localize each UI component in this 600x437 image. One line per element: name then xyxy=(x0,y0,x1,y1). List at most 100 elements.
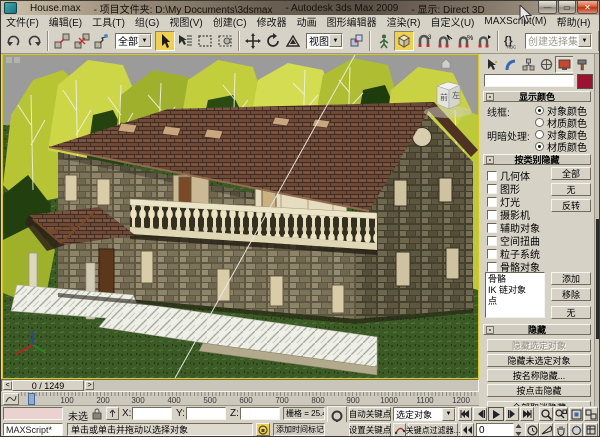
menu-help[interactable]: 帮助(H) xyxy=(552,14,596,29)
menu-maxscript[interactable]: MAXScript(M) xyxy=(479,16,551,27)
radio[interactable] xyxy=(535,118,544,127)
rollout-collapse-icon[interactable]: - xyxy=(486,93,494,101)
rollout-hide[interactable]: - 隐藏 xyxy=(483,324,591,335)
zoom-extents-button[interactable] xyxy=(569,407,583,421)
selection-filter-dropdown[interactable]: 全部 ▼ xyxy=(115,32,152,49)
key-filters-button[interactable]: 关键点过滤器... xyxy=(406,423,460,436)
set-key-button[interactable]: 设置关键点 xyxy=(349,423,391,436)
list-remove-button[interactable]: 移除 xyxy=(551,288,591,301)
menu-customize[interactable]: 自定义(U) xyxy=(425,14,479,29)
time-configuration-button[interactable] xyxy=(525,423,539,436)
mini-curve-editor-button[interactable] xyxy=(3,393,19,405)
spinner-snap-button[interactable] xyxy=(474,30,494,51)
time-slider-handle[interactable]: 0 / 1249 xyxy=(12,380,84,391)
menu-create[interactable]: 创建(C) xyxy=(208,14,252,29)
category-none-button[interactable]: 无 xyxy=(551,183,591,196)
menu-views[interactable]: 视图(V) xyxy=(164,14,207,29)
tab-create[interactable] xyxy=(483,56,502,73)
play-button[interactable] xyxy=(488,407,504,421)
rollout-collapse-icon[interactable]: - xyxy=(486,156,494,164)
menu-tools[interactable]: 工具(T) xyxy=(87,14,130,29)
absolute-mode-toggle[interactable] xyxy=(106,407,119,420)
frame-spinner[interactable] xyxy=(514,423,523,436)
checkbox[interactable] xyxy=(487,235,497,246)
viewport-perspective[interactable]: 前 左 xyxy=(2,54,479,379)
hide-unselected-button[interactable]: 隐藏未选定对象 xyxy=(487,354,591,367)
rectangular-selection-region-button[interactable] xyxy=(195,30,215,51)
select-and-scale-button[interactable] xyxy=(283,30,303,51)
redo-button[interactable] xyxy=(24,30,44,51)
use-pivot-center-button[interactable] xyxy=(346,30,366,51)
select-by-name-button[interactable] xyxy=(175,30,195,51)
named-selection-sets-dropdown[interactable]: 创建选择集 ▼ xyxy=(525,32,592,49)
rollout-collapse-icon[interactable]: - xyxy=(486,326,494,334)
menu-graph-editors[interactable]: 图形编辑器 xyxy=(322,14,382,29)
x-coordinate-field[interactable] xyxy=(132,407,172,420)
object-color-swatch[interactable] xyxy=(577,74,593,89)
radio-selected[interactable] xyxy=(535,142,544,151)
rollout-display-color[interactable]: - 显示颜色 xyxy=(483,91,591,102)
zoom-button[interactable] xyxy=(539,407,553,421)
angle-snap-button[interactable] xyxy=(434,30,454,51)
maximize-button[interactable]: ▭ xyxy=(558,1,576,14)
list-item-point[interactable]: 点 xyxy=(488,296,542,307)
list-item-ik-chain[interactable]: IK 链对象 xyxy=(488,285,542,296)
percent-snap-button[interactable]: % xyxy=(454,30,474,51)
go-to-start-button[interactable] xyxy=(458,407,472,421)
arc-rotate-button[interactable] xyxy=(569,423,583,436)
z-coordinate-field[interactable] xyxy=(240,407,280,420)
track-bar[interactable]: 0 100 200 300 400 500 600 700 800 900 10… xyxy=(1,392,479,406)
category-all-button[interactable]: 全部 xyxy=(551,167,591,180)
object-name-field[interactable] xyxy=(484,74,574,87)
rollout-hide-by-category[interactable]: - 按类别隐藏 xyxy=(483,154,591,165)
checkbox[interactable] xyxy=(487,183,497,194)
list-item-bones[interactable]: 骨骼 xyxy=(488,274,542,285)
tab-utilities[interactable] xyxy=(573,56,592,73)
undo-button[interactable] xyxy=(4,30,24,51)
reference-coordinate-dropdown[interactable]: 视图 ▼ xyxy=(306,32,343,49)
panel-scrollbar-thumb[interactable] xyxy=(596,219,599,339)
time-slider-next-button[interactable]: > xyxy=(85,381,94,390)
checkbox[interactable] xyxy=(487,209,497,220)
title-bar[interactable]: House.max - 项目文件夹: D:\My Documents\3dsma… xyxy=(1,1,599,16)
checkbox[interactable] xyxy=(487,170,497,181)
snaps-toggle-button[interactable] xyxy=(394,30,414,51)
tab-hierarchy[interactable] xyxy=(519,56,538,73)
pan-button[interactable] xyxy=(554,423,568,436)
next-frame-button[interactable] xyxy=(505,407,519,421)
macro-recorder-box[interactable] xyxy=(3,407,63,420)
menu-group[interactable]: 组(G) xyxy=(130,14,164,29)
close-button[interactable]: ✕ xyxy=(577,1,598,14)
time-slider-prev-button[interactable]: < xyxy=(3,381,12,390)
radio[interactable] xyxy=(535,130,544,139)
current-frame-marker[interactable] xyxy=(28,393,35,405)
menu-animation[interactable]: 动画 xyxy=(292,14,322,29)
previous-frame-button[interactable] xyxy=(473,407,487,421)
select-object-button[interactable] xyxy=(155,30,175,51)
checkbox[interactable] xyxy=(487,261,497,272)
tab-display[interactable] xyxy=(555,56,574,73)
tab-modify[interactable] xyxy=(501,56,520,73)
minimize-button[interactable]: — xyxy=(538,1,557,14)
menu-tentacles[interactable]: Tentacles xyxy=(596,16,600,27)
checkbox[interactable] xyxy=(487,248,497,259)
unlink-selection-button[interactable] xyxy=(72,30,92,51)
y-coordinate-field[interactable] xyxy=(186,407,226,420)
new-key-default-in-out-tangents-button[interactable] xyxy=(393,423,406,436)
menu-edit[interactable]: 编辑(E) xyxy=(44,14,87,29)
go-to-end-button[interactable] xyxy=(520,407,534,421)
list-none-button[interactable]: 无 xyxy=(551,306,591,319)
zoom-extents-all-button[interactable] xyxy=(584,407,598,421)
track-bar-ruler[interactable]: 0 100 200 300 400 500 600 700 800 900 10… xyxy=(21,392,478,406)
select-and-rotate-button[interactable] xyxy=(263,30,283,51)
panel-scrollbar[interactable] xyxy=(594,54,599,406)
select-and-move-button[interactable] xyxy=(243,30,263,51)
menu-modifiers[interactable]: 修改器 xyxy=(252,14,292,29)
window-crossing-button[interactable] xyxy=(215,30,235,51)
current-frame-field[interactable] xyxy=(476,423,514,436)
list-add-button[interactable]: 添加 xyxy=(551,272,591,285)
category-list-box[interactable]: 骨骼 IK 链对象 点 xyxy=(485,272,545,318)
time-slider-track[interactable]: < 0 / 1249 > xyxy=(1,379,479,392)
selection-lock-icon[interactable] xyxy=(91,407,103,420)
snap-3d-button[interactable]: 3 xyxy=(414,30,434,51)
